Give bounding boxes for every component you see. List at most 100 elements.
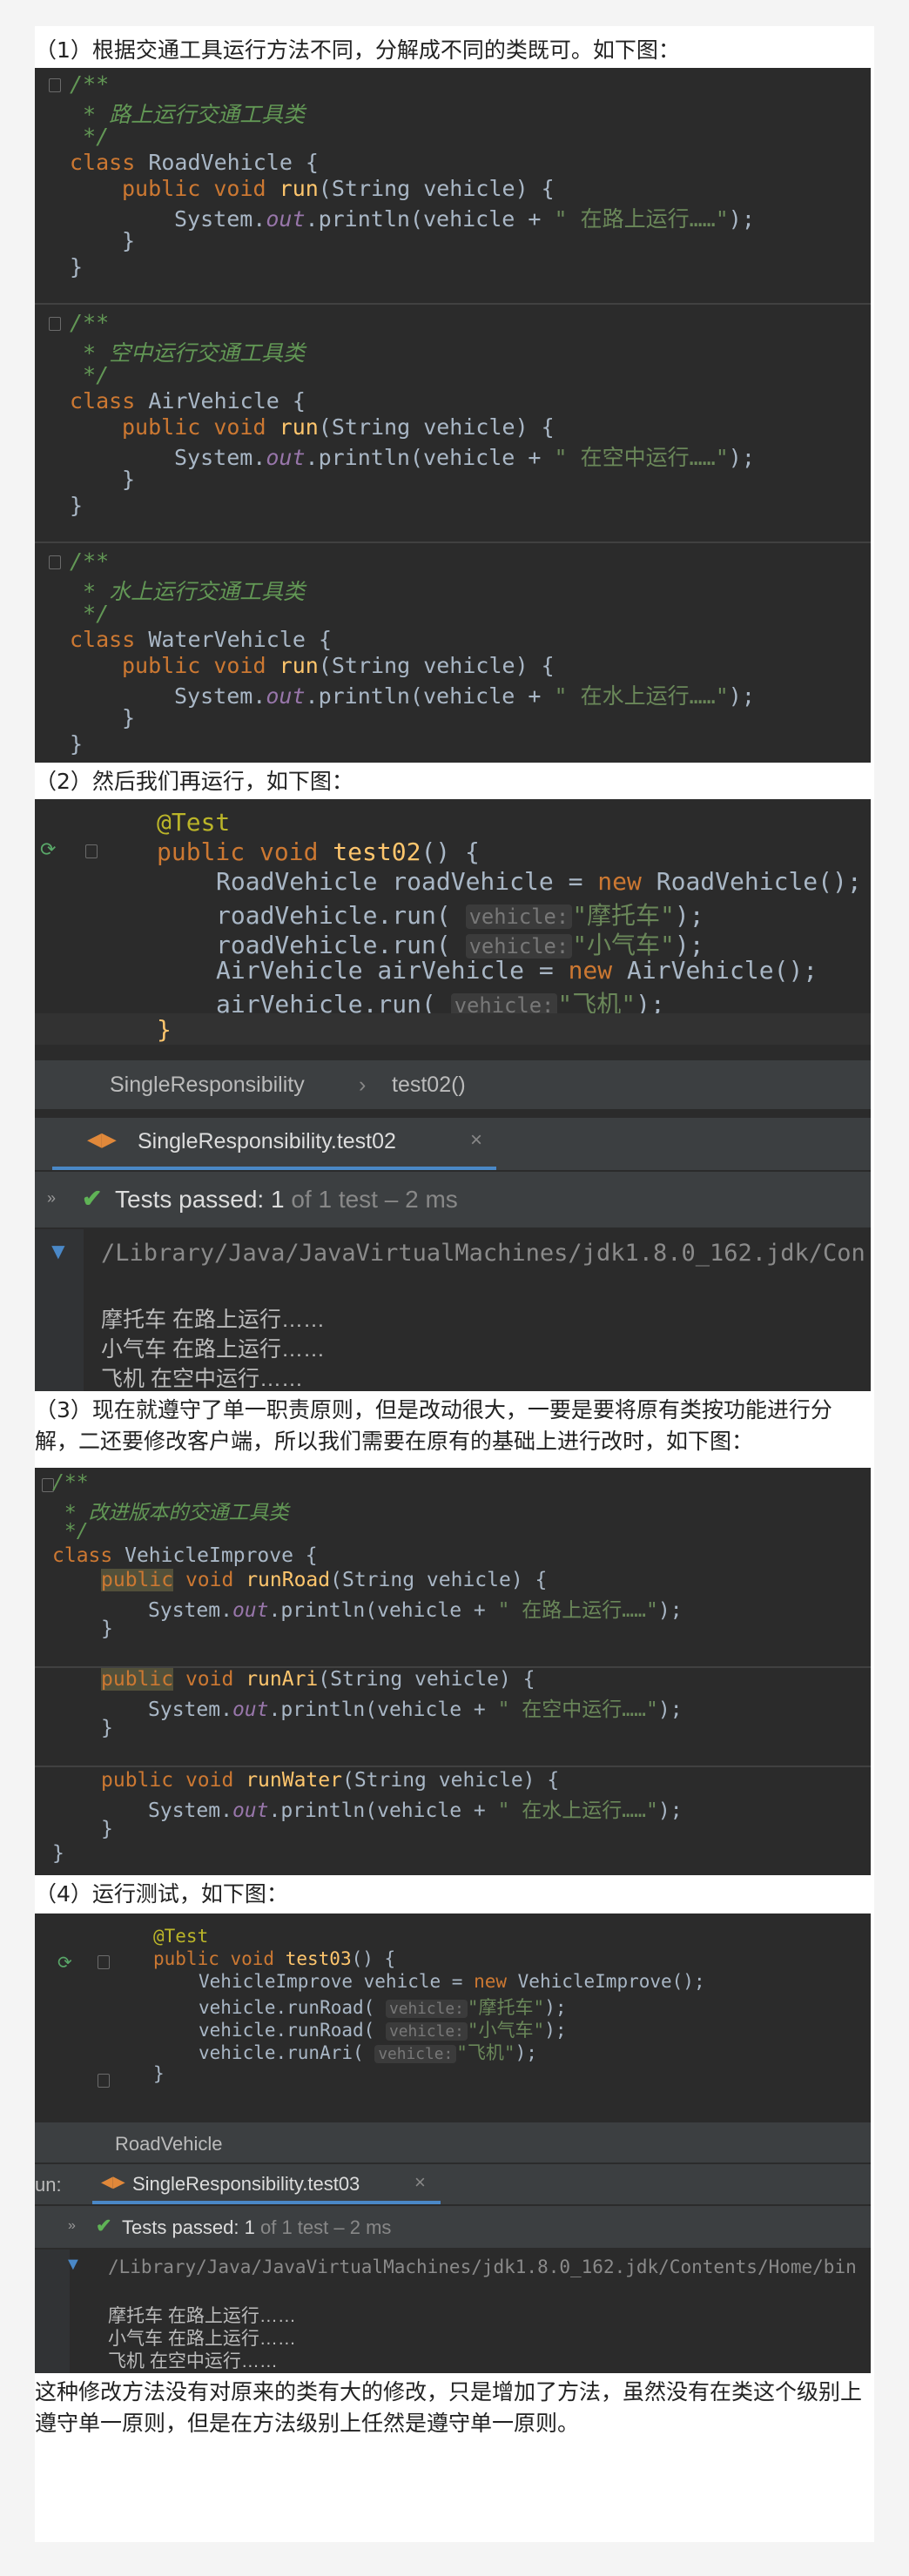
breadcrumb-class[interactable]: SingleResponsibility: [110, 1073, 305, 1098]
test-status-bar: » ✔ Tests passed: 1 of 1 test – 2 ms: [35, 2206, 871, 2248]
code-line: AirVehicle airVehicle = new AirVehicle()…: [216, 956, 818, 985]
code-line: System.out.println(vehicle + " 在空中运行……")…: [174, 445, 755, 470]
console-path: /Library/Java/JavaVirtualMachines/jdk1.8…: [108, 2257, 857, 2277]
code-line: RoadVehicle roadVehicle = new RoadVehicl…: [216, 867, 862, 896]
console-line: 飞机 在空中运行……: [101, 1367, 303, 1391]
run-label: un:: [35, 2174, 62, 2196]
run-tab-bar: ◀▶ SingleResponsibility.test02 ×: [35, 1118, 871, 1171]
run-tab[interactable]: ◀▶ SingleResponsibility.test02 ×: [52, 1118, 496, 1170]
breadcrumb-class[interactable]: RoadVehicle: [115, 2133, 223, 2156]
code-line: public void runWater(String vehicle) {: [101, 1769, 560, 1792]
test-status-bar: » ✔ Tests passed: 1 of 1 test – 2 ms: [35, 1172, 871, 1227]
code-line: public void runAri(String vehicle) {: [101, 1668, 535, 1691]
tests-passed-count: 1: [270, 1186, 285, 1213]
test-run-icon: ◀▶: [101, 2173, 125, 2190]
code-line: System.out.println(vehicle + " 在路上运行……")…: [174, 206, 755, 232]
expand-icon[interactable]: »: [47, 1189, 56, 1207]
method-separator: [35, 1766, 871, 1767]
step4-ide-screenshot: ⟳ @Test public void test03() { VehicleIm…: [35, 1914, 871, 2373]
code-line: System.out.println(vehicle + " 在空中运行……")…: [148, 1698, 683, 1721]
code-line: }: [101, 1717, 113, 1739]
tests-summary: Tests passed: 1 of 1 test – 2 ms: [122, 2216, 391, 2239]
code-line: }: [70, 731, 84, 757]
code-line: class RoadVehicle {: [70, 150, 319, 175]
fold-marker-icon: [98, 1955, 110, 1969]
code-line: }: [101, 1618, 113, 1640]
code-line: }: [52, 1842, 64, 1865]
code-line: }: [153, 2063, 165, 2084]
step2-text: （2）然后我们再运行，如下图：: [35, 769, 354, 794]
console-path: /Library/Java/JavaVirtualMachines/jdk1.8…: [101, 1240, 865, 1267]
code-line: */: [52, 1520, 89, 1543]
code-line: public void runRoad(String vehicle) {: [101, 1569, 548, 1591]
code-line: public void run(String vehicle) {: [122, 653, 555, 678]
step4-editor: ⟳ @Test public void test03() { VehicleIm…: [35, 1914, 871, 2122]
code-line: */: [70, 601, 110, 626]
code-line: @Test: [153, 1926, 209, 1947]
code-line: class WaterVehicle {: [70, 627, 333, 652]
close-tab-icon[interactable]: ×: [414, 2171, 426, 2194]
check-icon: ✔: [82, 1185, 103, 1212]
check-icon: ✔: [96, 2215, 112, 2236]
fold-marker-icon: [98, 2074, 110, 2088]
code-line: public void run(String vehicle) {: [122, 414, 555, 440]
code-line: }: [122, 228, 136, 253]
code-line: class VehicleImprove {: [52, 1544, 318, 1567]
code-line: */: [70, 362, 110, 387]
step2-editor: ⟳ @Test public void test02() { RoadVehic…: [35, 799, 871, 1047]
breadcrumb-bar: SingleResponsibility › test02(): [35, 1060, 871, 1109]
console-line: 小气车 在路上运行……: [101, 1337, 325, 1362]
run-tab[interactable]: ◀▶ SingleResponsibility.test03 ×: [92, 2164, 441, 2204]
run-test-icon[interactable]: ⟳: [40, 839, 56, 861]
console-arrow-icon[interactable]: ▼: [64, 2255, 82, 2275]
step3-text: （3）现在就遵守了单一职责原则，但是改动很大，一要是要将原有类按功能进行分解，二…: [35, 1397, 832, 1454]
code-line: VehicleImprove vehicle = new VehicleImpr…: [199, 1971, 705, 1992]
code-line: }: [70, 254, 84, 279]
fold-marker-icon: [49, 78, 61, 92]
code-line: public void run(String vehicle) {: [122, 176, 555, 201]
console-arrow-icon[interactable]: ▼: [47, 1238, 70, 1265]
method-separator: [35, 541, 871, 543]
code-line: }: [101, 1818, 113, 1840]
run-test-icon[interactable]: ⟳: [57, 1952, 72, 1973]
code-line: }: [122, 467, 136, 492]
tests-passed-label: Tests passed:: [122, 2216, 239, 2238]
close-tab-icon[interactable]: ×: [470, 1128, 482, 1153]
code-line: public void test03() {: [153, 1948, 396, 1969]
test-run-icon: ◀▶: [87, 1128, 117, 1150]
tests-passed-label: Tests passed:: [115, 1186, 265, 1213]
code-line: System.out.println(vehicle + " 在路上运行……")…: [148, 1599, 683, 1622]
code-line: /**: [70, 310, 110, 335]
fold-marker-icon: [85, 844, 98, 858]
method-separator: [35, 303, 871, 305]
run-tab-bar: un: ◀▶ SingleResponsibility.test03 ×: [35, 2164, 871, 2204]
code-line: System.out.println(vehicle + " 在水上运行……")…: [174, 683, 755, 709]
console-line: 飞机 在空中运行……: [108, 2351, 278, 2371]
console-output: ▼ /Library/Java/JavaVirtualMachines/jdk1…: [35, 2250, 871, 2373]
fold-marker-icon: [49, 555, 61, 569]
console-output: ▼ /Library/Java/JavaVirtualMachines/jdk1…: [35, 1229, 871, 1391]
step1-text: （1）根据交通工具运行方法不同，分解成不同的类既可。如下图：: [35, 37, 680, 63]
run-tab-label: SingleResponsibility.test03: [132, 2173, 360, 2195]
code-line: System.out.println(vehicle + " 在水上运行……")…: [148, 1799, 683, 1822]
console-line: 摩托车 在路上运行……: [101, 1308, 325, 1332]
tests-summary: Tests passed: 1 of 1 test – 2 ms: [115, 1186, 458, 1214]
code-line: }: [70, 493, 84, 518]
breadcrumb-bar: RoadVehicle: [35, 2122, 871, 2162]
step2-ide-screenshot: ⟳ @Test public void test02() { RoadVehic…: [35, 799, 871, 1391]
tests-detail: of 1 test – 2 ms: [284, 1186, 458, 1213]
code-line: public void test02() {: [157, 837, 480, 866]
conclusion-text: 这种修改方法没有对原来的类有大的修改，只是增加了方法，虽然没有在类这个级别上遵守…: [35, 2379, 863, 2436]
code-line: class AirVehicle {: [70, 388, 306, 414]
expand-icon[interactable]: »: [68, 2218, 76, 2234]
step1-code-screenshot: /** * 路上运行交通工具类 */ class RoadVehicle { p…: [35, 68, 871, 763]
step4-text: （4）运行测试，如下图：: [35, 1881, 288, 1907]
breadcrumb-separator: ›: [359, 1073, 367, 1097]
code-line: @Test: [157, 808, 231, 837]
code-line: }: [157, 1015, 172, 1044]
step3-code-screenshot: /** * 改进版本的交通工具类 */ class VehicleImprove…: [35, 1468, 871, 1875]
run-tab-label: SingleResponsibility.test02: [138, 1129, 396, 1153]
breadcrumb-method[interactable]: test02(): [392, 1073, 466, 1098]
tests-passed-count: 1: [244, 2216, 255, 2238]
tests-detail: of 1 test – 2 ms: [254, 2216, 392, 2238]
